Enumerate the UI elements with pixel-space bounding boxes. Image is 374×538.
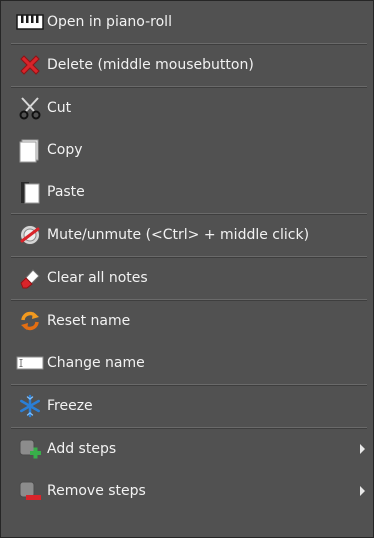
- menu-item-add-steps[interactable]: Add steps: [1, 428, 373, 470]
- menu-item-remove-steps[interactable]: Remove steps: [1, 470, 373, 512]
- menu-item-label: Remove steps: [47, 483, 146, 499]
- menu-item-change-name[interactable]: Change name: [1, 342, 373, 384]
- menu-item-label: Mute/unmute (<Ctrl> + middle click): [47, 227, 310, 243]
- menu-item-label: Add steps: [47, 441, 117, 457]
- menu-item-delete[interactable]: Delete (middle mousebutton): [1, 44, 373, 86]
- menu-item-label: Reset name: [47, 313, 131, 329]
- mute-icon: [15, 220, 45, 250]
- remove-steps-icon: [15, 476, 45, 506]
- context-menu: Open in piano-roll Delete (middle mouseb…: [0, 0, 374, 538]
- paste-icon: [15, 177, 45, 207]
- reset-icon: [15, 306, 45, 336]
- menu-item-copy[interactable]: Copy: [1, 129, 373, 171]
- delete-x-icon: [15, 50, 45, 80]
- submenu-arrow-icon: [360, 486, 365, 496]
- eraser-icon: [15, 263, 45, 293]
- menu-item-label: Open in piano-roll: [47, 14, 172, 30]
- menu-item-label: Delete (middle mousebutton): [47, 57, 254, 73]
- piano-roll-icon: [15, 7, 45, 37]
- rename-field-icon: [15, 348, 45, 378]
- add-steps-icon: [15, 434, 45, 464]
- menu-item-label: Freeze: [47, 398, 93, 414]
- menu-item-open-in-piano-roll[interactable]: Open in piano-roll: [1, 1, 373, 43]
- menu-item-label: Cut: [47, 100, 72, 116]
- menu-item-label: Change name: [47, 355, 145, 371]
- submenu-arrow-icon: [360, 444, 365, 454]
- menu-item-label: Paste: [47, 184, 85, 200]
- snowflake-icon: [15, 391, 45, 421]
- menu-item-mute-unmute[interactable]: Mute/unmute (<Ctrl> + middle click): [1, 214, 373, 256]
- menu-item-reset-name[interactable]: Reset name: [1, 300, 373, 342]
- copy-icon: [15, 135, 45, 165]
- scissors-icon: [15, 93, 45, 123]
- menu-item-freeze[interactable]: Freeze: [1, 385, 373, 427]
- menu-item-clear-all-notes[interactable]: Clear all notes: [1, 257, 373, 299]
- menu-item-paste[interactable]: Paste: [1, 171, 373, 213]
- menu-item-label: Copy: [47, 142, 83, 158]
- menu-item-cut[interactable]: Cut: [1, 87, 373, 129]
- menu-item-label: Clear all notes: [47, 270, 148, 286]
